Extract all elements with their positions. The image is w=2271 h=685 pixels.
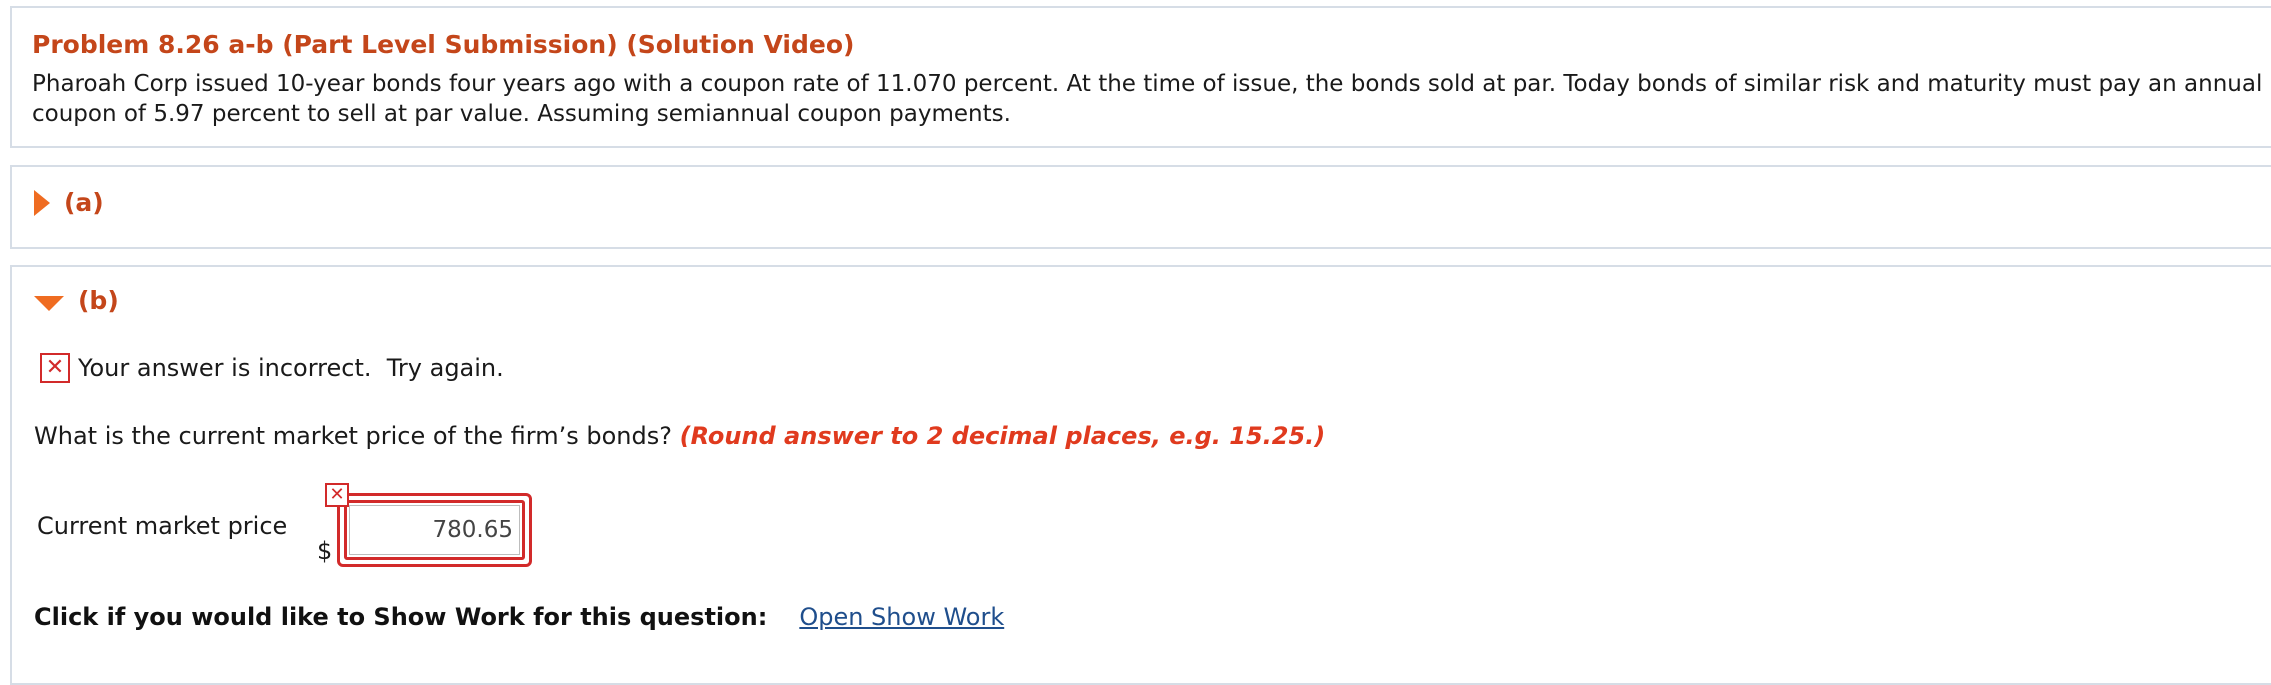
x-mark-icon: ✕: [325, 483, 349, 507]
answer-field-inner-outline: [344, 500, 525, 560]
part-a-toggle[interactable]: (a): [34, 188, 104, 217]
show-work-row: Click if you would like to Show Work for…: [34, 603, 1004, 631]
answer-field-error-outline: [337, 493, 532, 567]
open-show-work-link[interactable]: Open Show Work: [799, 603, 1004, 631]
part-a-panel: (a): [10, 165, 2271, 249]
problem-panel: Problem 8.26 a-b (Part Level Submission)…: [10, 6, 2271, 148]
part-a-label: (a): [64, 188, 104, 217]
current-market-price-label: Current market price: [37, 512, 288, 540]
problem-title: Problem 8.26 a-b (Part Level Submission)…: [32, 30, 855, 59]
feedback-text: Your answer is incorrect. Try again.: [78, 354, 504, 382]
question-text: What is the current market price of the …: [34, 422, 1325, 450]
caret-right-icon: [34, 189, 50, 216]
show-work-label: Click if you would like to Show Work for…: [34, 603, 768, 631]
x-mark-icon: ✕: [40, 353, 70, 383]
currency-symbol: $: [317, 537, 333, 565]
rounding-hint: (Round answer to 2 decimal places, e.g. …: [679, 422, 1326, 450]
part-b-label: (b): [78, 286, 119, 315]
part-b-toggle[interactable]: (b): [34, 286, 119, 315]
question-prompt: What is the current market price of the …: [34, 422, 672, 450]
incorrect-feedback: ✕ Your answer is incorrect. Try again.: [40, 353, 504, 383]
problem-statement: Pharoah Corp issued 10-year bonds four y…: [32, 71, 2263, 127]
caret-down-icon: [34, 296, 64, 311]
part-b-panel: (b) ✕ Your answer is incorrect. Try agai…: [10, 265, 2271, 685]
current-market-price-input[interactable]: [349, 505, 520, 555]
